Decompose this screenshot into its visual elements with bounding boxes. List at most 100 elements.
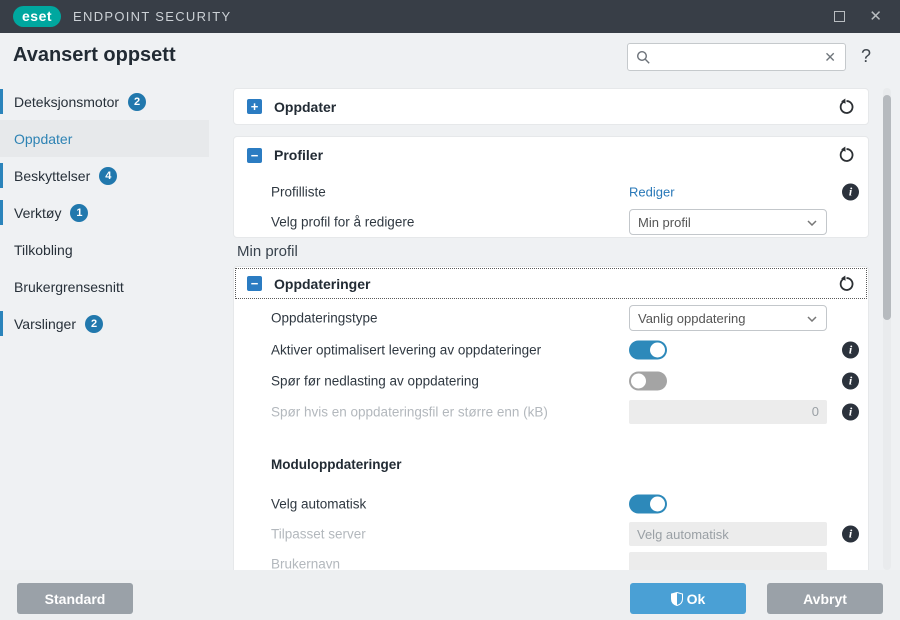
collapse-icon[interactable]: − (247, 276, 262, 291)
velg-automatisk-toggle[interactable] (629, 495, 667, 514)
undo-icon (838, 275, 855, 292)
page-title: Avansert oppsett (13, 44, 176, 67)
profile-section-label: Min profil (237, 243, 298, 260)
chevron-down-icon (807, 220, 817, 226)
sidebar-item-oppdater[interactable]: Oppdater (0, 120, 209, 157)
titlebar: eset ENDPOINT SECURITY ✕ (0, 0, 900, 33)
search-icon (636, 50, 651, 65)
attention-accent-bar (0, 311, 3, 336)
brukernavn-label: Brukernavn (271, 557, 340, 571)
collapse-icon[interactable]: − (247, 148, 262, 163)
sidebar-item-varslinger[interactable]: Varslinger 2 (0, 305, 225, 342)
card-profiler: − Profiler Profilliste Rediger i Velg pr… (233, 136, 869, 238)
spor-for-toggle[interactable] (629, 371, 667, 390)
brand-text: eset (22, 8, 52, 24)
brukernavn-input (629, 552, 827, 570)
info-icon[interactable]: i (842, 341, 859, 358)
dropdown-value: Min profil (638, 215, 691, 230)
status-badge: 1 (70, 204, 88, 222)
rediger-link[interactable]: Rediger (629, 185, 675, 200)
card-oppdateringer: − Oppdateringer Oppdateringstype Vanlig … (233, 266, 869, 570)
toggle-knob (631, 373, 646, 388)
attention-accent-bar (0, 200, 3, 225)
spor-hvis-row: Spør hvis en oppdateringsfil er større e… (234, 396, 868, 427)
spor-hvis-input (629, 400, 827, 424)
sidebar-item-label: Deteksjonsmotor (14, 94, 119, 110)
sidebar-item-label: Varslinger (14, 316, 76, 332)
sidebar-item-verktoy[interactable]: Verktøy 1 (0, 194, 225, 231)
status-badge: 2 (128, 93, 146, 111)
sidebar-item-label: Tilkobling (14, 242, 73, 258)
oppdateringstype-label: Oppdateringstype (271, 311, 378, 326)
spor-for-label: Spør før nedlasting av oppdatering (271, 373, 479, 388)
vertical-scrollbar[interactable] (883, 88, 891, 570)
section-title: Oppdater (274, 99, 336, 115)
profiler-section-header[interactable]: − Profiler (234, 137, 868, 173)
optimalisert-row: Aktiver optimalisert levering av oppdate… (234, 334, 868, 365)
spor-hvis-label: Spør hvis en oppdateringsfil er større e… (271, 404, 548, 419)
revert-default-button[interactable] (838, 98, 855, 115)
search-box[interactable]: ✕ (627, 43, 846, 71)
ok-button[interactable]: Ok (630, 583, 746, 614)
chevron-down-icon (807, 316, 817, 322)
optimalisert-toggle[interactable] (629, 340, 667, 359)
uac-shield-icon (671, 592, 683, 606)
sidebar-item-beskyttelser[interactable]: Beskyttelser 4 (0, 157, 225, 194)
info-icon[interactable]: i (842, 372, 859, 389)
eset-logo: eset (13, 6, 61, 27)
tilpasset-server-row: Tilpasset server i (234, 519, 868, 549)
modul-subheading-row: Moduloppdateringer (234, 457, 868, 477)
velg-automatisk-label: Velg automatisk (271, 497, 366, 512)
help-icon[interactable]: ? (861, 46, 871, 67)
undo-icon (838, 147, 855, 164)
modul-subheading: Moduloppdateringer (271, 457, 402, 472)
product-name: ENDPOINT SECURITY (73, 9, 231, 24)
toggle-knob (650, 342, 665, 357)
revert-default-button[interactable] (838, 147, 855, 164)
tilpasset-server-input (629, 522, 827, 546)
oppdater-section-header[interactable]: + Oppdater (234, 89, 868, 124)
scrollbar-thumb[interactable] (883, 95, 891, 320)
dropdown-value: Vanlig oppdatering (638, 311, 745, 326)
button-label: Ok (687, 591, 706, 607)
toggle-knob (650, 497, 665, 512)
sidebar-item-deteksjonsmotor[interactable]: Deteksjonsmotor 2 (0, 83, 225, 120)
attention-accent-bar (0, 163, 3, 188)
velg-automatisk-row: Velg automatisk (234, 489, 868, 519)
section-title: Profiler (274, 147, 323, 163)
status-badge: 2 (85, 315, 103, 333)
info-icon[interactable]: i (842, 403, 859, 420)
profilliste-label: Profilliste (271, 185, 326, 200)
profilliste-row: Profilliste Rediger i (234, 177, 868, 207)
footer-bar: Standard Ok Avbryt (0, 570, 900, 620)
oppdateringstype-row: Oppdateringstype Vanlig oppdatering (234, 302, 868, 334)
maximize-icon[interactable] (834, 11, 845, 22)
oppdateringer-section-header[interactable]: − Oppdateringer (234, 267, 868, 300)
card-oppdater: + Oppdater (233, 88, 869, 125)
close-icon[interactable]: ✕ (869, 9, 882, 24)
oppdateringstype-dropdown[interactable]: Vanlig oppdatering (629, 305, 827, 331)
revert-default-button[interactable] (838, 275, 855, 292)
section-title: Oppdateringer (274, 276, 370, 292)
standard-button[interactable]: Standard (17, 583, 133, 614)
sidebar-item-label: Verktøy (14, 205, 61, 221)
status-badge: 4 (99, 167, 117, 185)
info-icon[interactable]: i (842, 526, 859, 543)
avbryt-button[interactable]: Avbryt (767, 583, 883, 614)
sidebar-item-brukergrensesnitt[interactable]: Brukergrensesnitt (0, 268, 225, 305)
brukernavn-row: Brukernavn (234, 549, 868, 570)
velg-profil-label: Velg profil for å redigere (271, 215, 414, 230)
info-icon[interactable]: i (842, 184, 859, 201)
button-label: Avbryt (803, 591, 847, 607)
button-label: Standard (45, 591, 106, 607)
tilpasset-server-label: Tilpasset server (271, 527, 366, 542)
spor-for-row: Spør før nedlasting av oppdatering i (234, 365, 868, 396)
profil-dropdown[interactable]: Min profil (629, 209, 827, 235)
attention-accent-bar (0, 89, 3, 114)
sidebar-item-tilkobling[interactable]: Tilkobling (0, 231, 225, 268)
sidebar-item-label: Oppdater (14, 131, 72, 147)
undo-icon (838, 98, 855, 115)
expand-icon[interactable]: + (247, 99, 262, 114)
search-input[interactable] (657, 50, 824, 65)
clear-search-icon[interactable]: ✕ (824, 49, 836, 66)
